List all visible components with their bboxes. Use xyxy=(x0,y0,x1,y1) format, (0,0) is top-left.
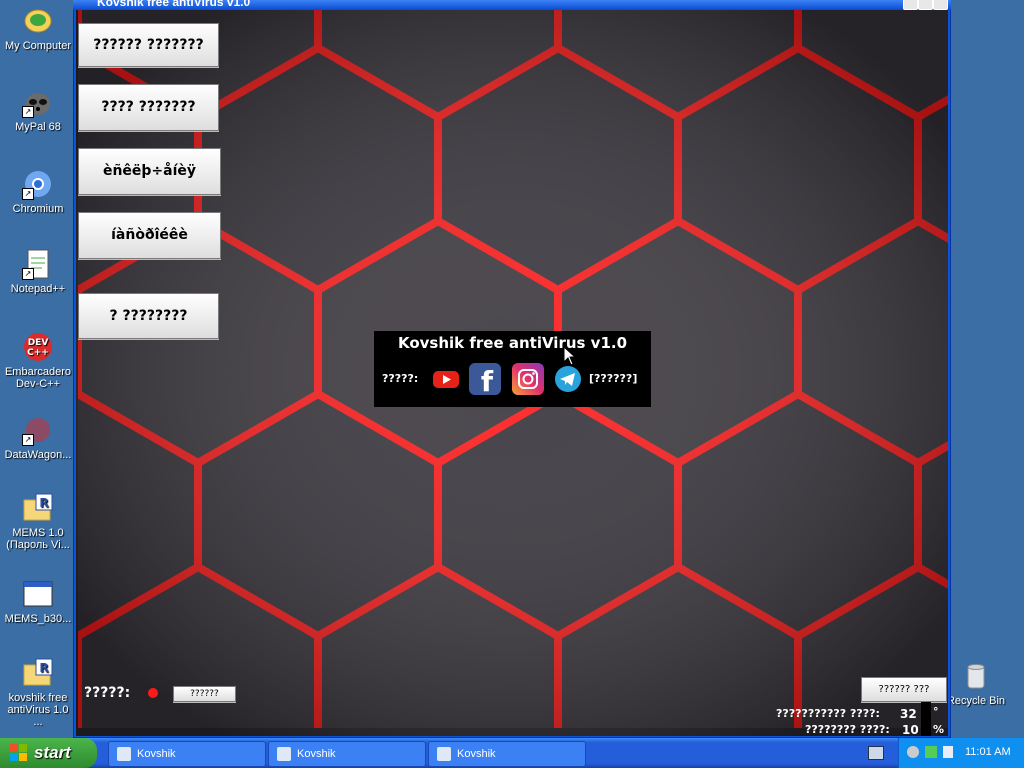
side-button-label: ???? ??????? xyxy=(101,99,196,115)
status-label: ?????: xyxy=(84,685,131,701)
taskbar: start Kovshik Kovshik Kovshik 11:01 AM xyxy=(0,738,1024,768)
status-indicator-icon xyxy=(148,688,158,698)
taskbar-item[interactable]: Kovshik xyxy=(108,741,266,767)
bottom-right-button-label: ?????? ??? xyxy=(878,684,930,695)
desktop-icon-label: Notepad++ xyxy=(10,283,66,295)
taskbar-item-label: Kovshik xyxy=(137,748,176,760)
taskbar-item[interactable]: Kovshik xyxy=(268,741,426,767)
desktop-icon-my-computer[interactable]: My Computer xyxy=(2,5,74,52)
desktop-icon-mypal[interactable]: ↗ MyPal 68 xyxy=(2,86,74,133)
desktop-icon-label: MEMS_b30... xyxy=(4,613,72,625)
desktop-icon-label: Embarcadero Dev-C++ xyxy=(4,366,72,390)
desktop-icon-notepadpp[interactable]: ↗ Notepad++ xyxy=(2,248,74,295)
app-icon xyxy=(437,747,451,761)
facebook-icon[interactable]: f xyxy=(469,363,501,398)
desktop-icon-label: My Computer xyxy=(4,40,72,52)
datawagon-icon: ↗ xyxy=(22,414,54,446)
desktop-icon-datawagon[interactable]: ↗ DataWagon... xyxy=(2,414,74,461)
svg-text:DEV: DEV xyxy=(28,338,49,348)
taskbar-item-label: Kovshik xyxy=(297,748,336,760)
panel-title: Kovshik free antiVirus v1.0 xyxy=(397,334,628,352)
bottom-left-button-label: ?????? xyxy=(190,689,219,699)
side-button-label: èñêëþ÷åíèÿ xyxy=(102,163,197,179)
side-button-label: ?????? ??????? xyxy=(93,37,204,53)
desktop-icon-recycle-bin[interactable]: Recycle Bin xyxy=(946,660,1006,707)
app-window: Kovshik free antiVirus v1.0 ?????? ?????… xyxy=(73,0,951,738)
stat2-value: 10 xyxy=(902,723,919,736)
desktop-icon-label: DataWagon... xyxy=(4,449,72,461)
desktop-icon-label: Chromium xyxy=(12,203,64,215)
shortcut-arrow-icon: ↗ xyxy=(22,188,34,200)
youtube-icon[interactable] xyxy=(430,363,462,395)
r-folder-icon: R xyxy=(22,492,54,524)
stat1-label: ??????????? ????: xyxy=(776,707,880,720)
r-folder-icon: R xyxy=(22,657,54,689)
app-icon xyxy=(117,747,131,761)
maximize-button[interactable] xyxy=(918,0,933,10)
taskbar-item[interactable]: Kovshik xyxy=(428,741,586,767)
network-icon[interactable] xyxy=(925,746,937,758)
desktop-icon-devcpp[interactable]: DEV C++ Embarcadero Dev-C++ xyxy=(2,331,74,390)
notepad-icon: ↗ xyxy=(22,248,54,280)
desktop-icon-label: Recycle Bin xyxy=(946,695,1006,707)
raccoon-icon: ↗ xyxy=(22,86,54,118)
desktop-icon-label: MEMS 1.0 (Пароль Vi... xyxy=(6,527,70,551)
window-app-icon xyxy=(22,578,54,610)
panel-bracket-text: [??????] xyxy=(589,372,638,385)
stat2-unit: % xyxy=(933,723,945,736)
computer-icon xyxy=(22,5,54,37)
shortcut-arrow-icon: ↗ xyxy=(22,268,34,280)
svg-text:f: f xyxy=(481,365,494,395)
mouse-cursor-icon xyxy=(563,346,577,366)
bottom-left-button[interactable]: ?????? xyxy=(173,686,236,702)
stat1-unit: ° xyxy=(933,705,939,718)
side-button-label: ? ???????? xyxy=(109,308,188,324)
start-button[interactable]: start xyxy=(0,738,97,768)
side-button-quarantine[interactable]: ???? ??????? xyxy=(78,84,219,131)
bottom-right-button[interactable]: ?????? ??? xyxy=(861,677,947,702)
desktop-icon-label: MyPal 68 xyxy=(15,121,61,133)
stat1-value: 32 xyxy=(900,707,917,721)
desktop-icon-kovshik[interactable]: R kovshik free antiVirus 1.0 ... xyxy=(2,657,74,728)
clock[interactable]: 11:01 AM xyxy=(965,746,1011,758)
stat2-label: ???????? ????: xyxy=(805,723,890,736)
taskbar-item-label: Kovshik xyxy=(457,748,496,760)
instagram-icon[interactable] xyxy=(512,363,544,395)
app-icon xyxy=(277,747,291,761)
windows-logo-icon xyxy=(10,744,27,761)
volume-icon[interactable] xyxy=(907,746,919,758)
desktop-icon-mems-b30[interactable]: MEMS_b30... xyxy=(2,578,74,625)
desktop-icon-label: kovshik free antiVirus 1.0 ... xyxy=(7,692,69,728)
svg-text:C++: C++ xyxy=(27,348,49,358)
side-button-exclusions[interactable]: èñêëþ÷åíèÿ xyxy=(78,148,221,195)
shortcut-arrow-icon: ↗ xyxy=(22,106,34,118)
telegram-icon[interactable] xyxy=(552,363,584,395)
chromium-icon: ↗ xyxy=(22,168,54,200)
start-label: start xyxy=(34,743,71,762)
window-title: Kovshik free antiVirus v1.0 xyxy=(97,0,251,9)
panel-label: ?????: xyxy=(382,372,419,385)
side-button-label: íàñòðîéêè xyxy=(111,227,188,243)
window-client: ?????? ??????? ???? ??????? èñêëþ÷åíèÿ í… xyxy=(76,10,948,736)
info-panel: Kovshik free antiVirus v1.0 ?????: f [??… xyxy=(374,331,651,407)
svg-text:R: R xyxy=(39,661,48,675)
side-button-about[interactable]: ? ???????? xyxy=(78,293,219,339)
close-button[interactable] xyxy=(933,0,948,10)
desktop-icon-mems[interactable]: R MEMS 1.0 (Пароль Vi... xyxy=(2,492,74,551)
keyboard-icon[interactable] xyxy=(868,746,884,760)
shortcut-arrow-icon: ↗ xyxy=(22,434,34,446)
side-button-scan[interactable]: ?????? ??????? xyxy=(78,23,219,67)
devcpp-icon: DEV C++ xyxy=(22,331,54,363)
svg-text:R: R xyxy=(39,496,48,510)
window-titlebar[interactable]: Kovshik free antiVirus v1.0 xyxy=(73,0,951,10)
minimize-button[interactable] xyxy=(903,0,918,10)
stat-divider xyxy=(921,702,931,736)
recycle-bin-icon xyxy=(960,660,992,692)
desktop-icon-chromium[interactable]: ↗ Chromium xyxy=(2,168,74,215)
app-tray-icon[interactable] xyxy=(943,746,953,758)
side-button-settings[interactable]: íàñòðîéêè xyxy=(78,212,221,259)
system-tray: 11:01 AM xyxy=(898,738,1024,768)
